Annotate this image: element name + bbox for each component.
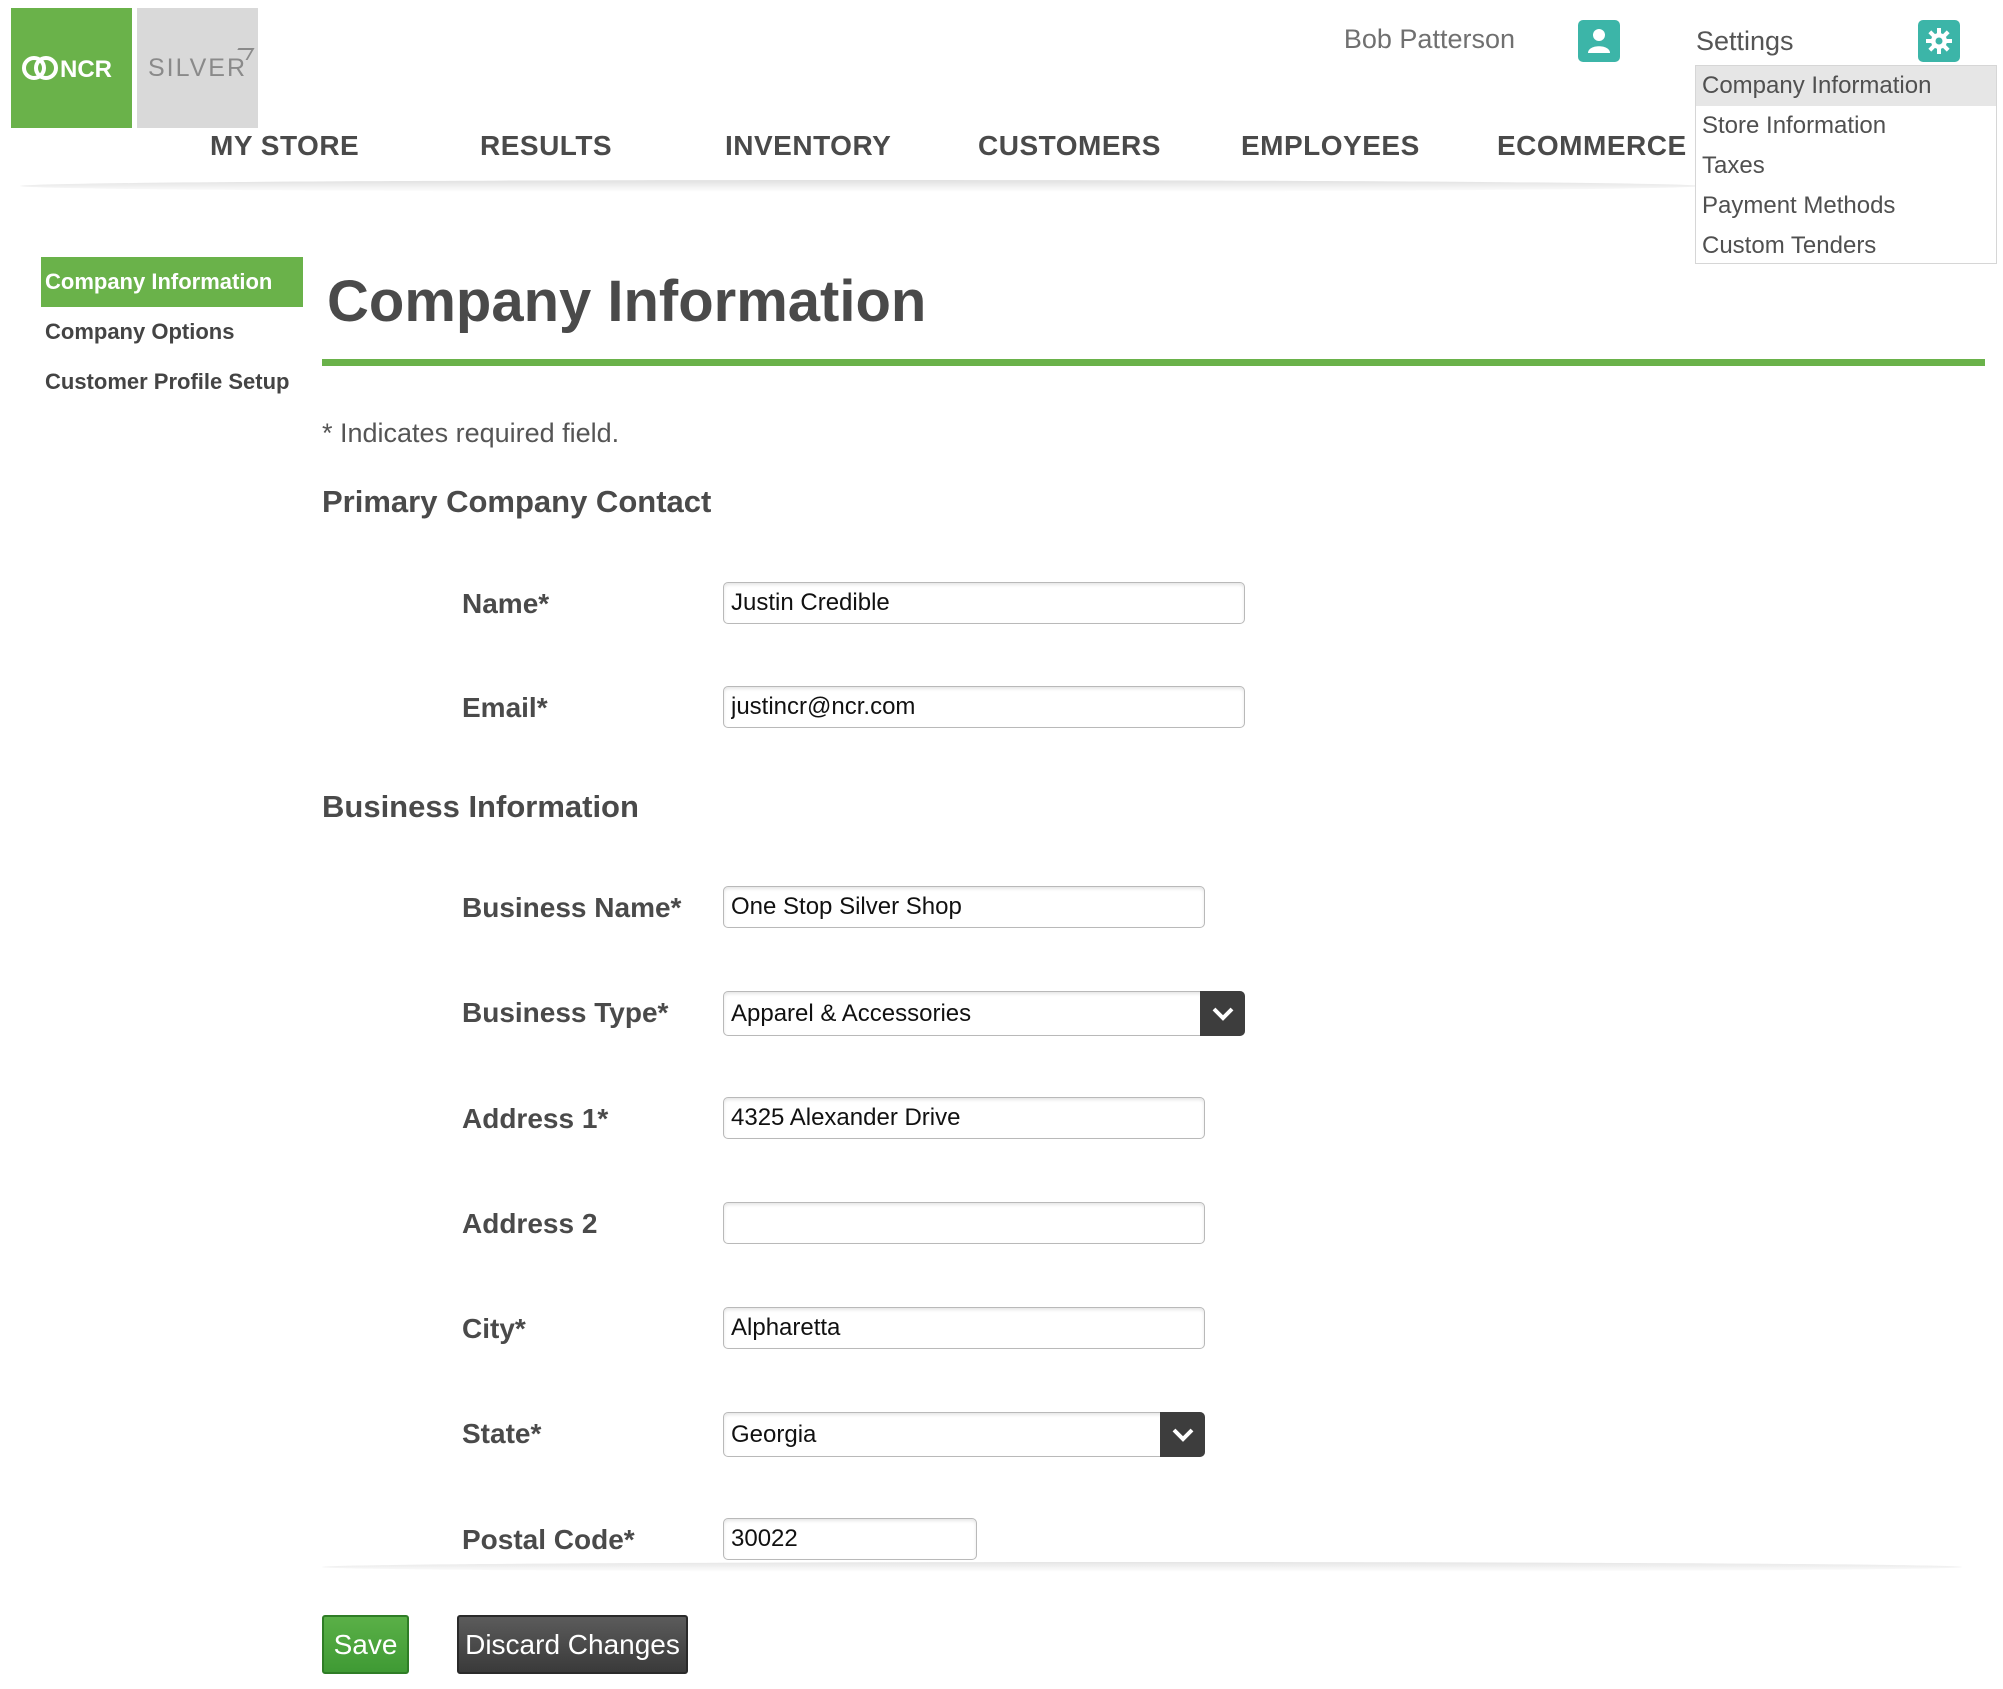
required-field-note: * Indicates required field. (322, 418, 620, 448)
nav-tab-results[interactable]: RESULTS (480, 130, 612, 162)
gear-icon[interactable] (1918, 20, 1960, 62)
city-field[interactable] (723, 1307, 1205, 1349)
discard-changes-button[interactable]: Discard Changes (457, 1615, 688, 1674)
settings-dropdown-menu: Company Information Store Information Ta… (1695, 65, 1997, 264)
address1-label: Address 1* (462, 1103, 609, 1134)
nav-tab-customers[interactable]: CUSTOMERS (978, 130, 1161, 162)
business-type-label: Business Type* (462, 997, 669, 1028)
settings-sidebar: Company Information Company Options Cust… (41, 257, 303, 407)
page-title: Company Information (327, 269, 927, 334)
business-info-heading: Business Information (322, 789, 639, 824)
business-type-select[interactable]: Apparel & Accessories (723, 991, 1245, 1036)
main-nav: MY STORE RESULTS INVENTORY CUSTOMERS EMP… (0, 130, 1700, 176)
user-avatar-icon[interactable] (1578, 20, 1620, 62)
address2-label: Address 2 (462, 1208, 598, 1239)
business-name-label: Business Name* (462, 892, 682, 923)
settings-label[interactable]: Settings (1696, 26, 1794, 57)
email-label: Email* (462, 692, 548, 723)
settings-menu-item-company-information[interactable]: Company Information (1696, 66, 1996, 106)
nav-tab-inventory[interactable]: INVENTORY (725, 130, 891, 162)
address2-field[interactable] (723, 1202, 1205, 1244)
nav-divider (20, 180, 1700, 192)
nav-tab-ecommerce[interactable]: ECOMMERCE (1497, 130, 1687, 162)
user-name[interactable]: Bob Patterson (1340, 24, 1515, 55)
ncr-logo[interactable]: NCR (11, 8, 132, 128)
nav-tab-employees[interactable]: EMPLOYEES (1241, 130, 1420, 162)
title-divider (322, 359, 1985, 366)
state-select[interactable]: Georgia (723, 1412, 1205, 1457)
form-divider (322, 1562, 1962, 1572)
business-type-value: Apparel & Accessories (731, 1000, 972, 1027)
settings-menu-item-taxes[interactable]: Taxes (1696, 146, 1996, 186)
sidebar-item-company-information[interactable]: Company Information (41, 257, 303, 307)
ncr-logo-mark: NCR (21, 56, 112, 83)
postal-code-field[interactable] (723, 1518, 977, 1560)
sidebar-item-company-options[interactable]: Company Options (41, 307, 303, 357)
address1-field[interactable] (723, 1097, 1205, 1139)
chevron-down-icon[interactable] (1200, 991, 1245, 1036)
settings-menu-item-payment-methods[interactable]: Payment Methods (1696, 186, 1996, 226)
brand-text: NCR (60, 56, 112, 83)
chevron-down-icon[interactable] (1160, 1412, 1205, 1457)
business-name-field[interactable] (723, 886, 1205, 928)
state-label: State* (462, 1418, 542, 1449)
save-button[interactable]: Save (322, 1615, 409, 1674)
primary-contact-heading: Primary Company Contact (322, 484, 712, 519)
name-label: Name* (462, 588, 550, 619)
nav-tab-my-store[interactable]: MY STORE (210, 130, 359, 162)
city-label: City* (462, 1313, 526, 1344)
settings-menu-item-store-information[interactable]: Store Information (1696, 106, 1996, 146)
settings-menu-item-custom-tenders[interactable]: Custom Tenders (1696, 226, 1996, 266)
silver-logo: SILVER (137, 8, 258, 128)
sidebar-item-customer-profile-setup[interactable]: Customer Profile Setup (41, 357, 303, 407)
state-value: Georgia (731, 1421, 817, 1448)
email-field[interactable] (723, 686, 1245, 728)
product-name: SILVER (147, 53, 248, 82)
postal-code-label: Postal Code* (462, 1524, 635, 1555)
name-field[interactable] (723, 582, 1245, 624)
